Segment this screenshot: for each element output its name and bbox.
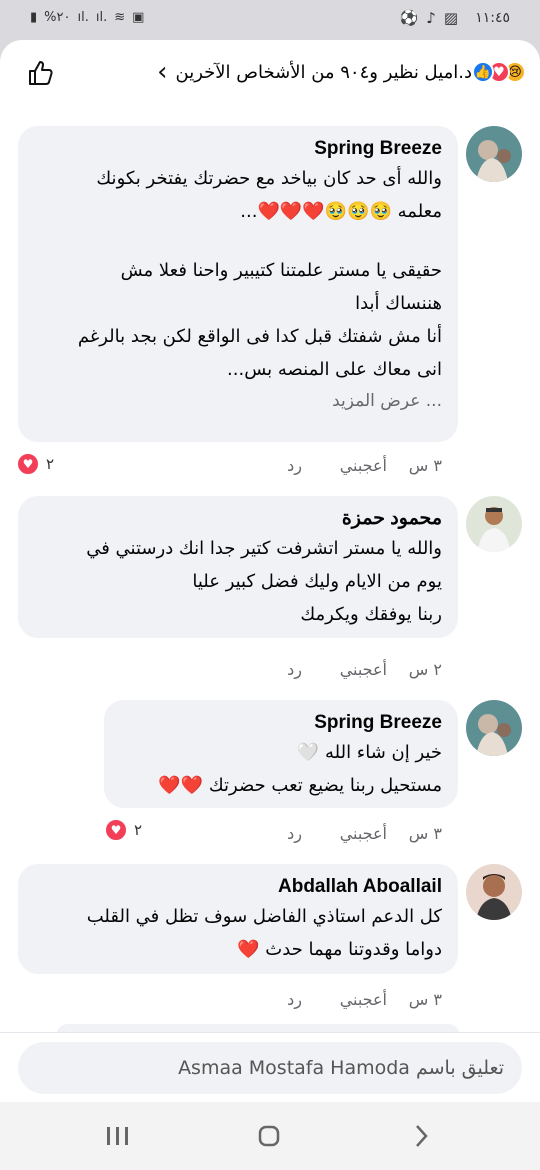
love-reaction-icon: ♥	[16, 452, 40, 476]
status-right-icons: ⚽ ♪ ▨	[400, 9, 458, 27]
like-button[interactable]: أعجبني	[302, 824, 387, 843]
signal-icon: ıl.	[77, 10, 89, 25]
reply-button[interactable]: رد	[287, 660, 302, 679]
comment-bubble: Spring Breeze خير إن شاء الله 🤍 مستحيل ر…	[104, 700, 458, 808]
battery-icon: ▮	[30, 10, 38, 25]
reactions-header: 😢 ♥ 👍 د.اميل نظير و٩٠٤ من الأشخاص الآخري…	[0, 40, 540, 106]
like-button[interactable]: أعجبني	[302, 660, 387, 679]
chevron-right-icon: ›	[157, 57, 168, 87]
comment-text-line: مستحيل ربنا يضيع تعب حضرتك ❤️❤️	[158, 775, 442, 796]
recent-apps-icon[interactable]	[98, 1118, 138, 1154]
thumbs-up-outline-icon[interactable]	[26, 58, 56, 88]
comment-text-line: ربنا يوفقك ويكرمك	[300, 604, 442, 625]
comment-input[interactable]: تعليق باسم Asmaa Mostafa Hamoda	[18, 1042, 522, 1094]
comment-reaction-count[interactable]: ♥ ٢	[104, 818, 142, 842]
tiktok-icon: ♪	[426, 9, 436, 27]
avatar-image	[466, 864, 522, 920]
sim-icon: ▣	[132, 10, 145, 25]
comment-text-line: حقيقى يا مستر علمتنا كتيبير واحنا فعلا م…	[120, 260, 442, 281]
comment-author[interactable]: Abdallah Aboallail	[36, 874, 442, 900]
gallery-icon: ▨	[443, 9, 458, 27]
comment-bubble: Abdallah Aboallail كل الدعم استاذي الفاض…	[18, 864, 458, 974]
comment-text-line: معلمه 🥹🥹🥹❤️❤️❤️...	[240, 201, 442, 222]
reaction-count-value: ٢	[46, 455, 55, 473]
comment-time: ٣ س	[408, 824, 442, 843]
reactions-summary-text: د.اميل نظير و٩٠٤ من الأشخاص الآخرين	[175, 61, 473, 83]
comment-text-line: أنا مش شفتك قبل كدا فى الواقع لكن بجد با…	[77, 326, 442, 347]
comment-text-line: والله أى حد كان بياخد مع حضرتك يفتخر بكو…	[96, 168, 442, 189]
comment-actions: ٢ س أعجبني رد	[287, 660, 442, 679]
comments-sheet: 😢 ♥ 👍 د.اميل نظير و٩٠٤ من الأشخاص الآخري…	[0, 40, 540, 1102]
comment-text-line: خير إن شاء الله 🤍	[296, 742, 442, 763]
signal-icon-2: ıl.	[95, 10, 108, 25]
comment-time: ٢ س	[408, 660, 442, 679]
comment-author[interactable]: محمود حمزة	[36, 506, 442, 532]
comment-time: ٣ س	[408, 456, 442, 475]
battery-percent: %٢٠	[44, 10, 71, 25]
comment-author[interactable]: Spring Breeze	[36, 136, 442, 162]
like-reaction-icon: 👍	[472, 61, 494, 83]
comment-text-line: دواما وقدوتنا مهما حدث ❤️	[237, 939, 442, 960]
avatar[interactable]	[466, 864, 522, 920]
comment-bubble: محمود حمزة والله يا مستر اتشرفت كتير جدا…	[18, 496, 458, 638]
avatar-image	[466, 496, 522, 552]
comment-text-line: كل الدعم استاذي الفاضل سوف تظل في القلب	[86, 906, 442, 927]
comment-text-line: والله يا مستر اتشرفت كتير جدا انك درستني…	[86, 538, 442, 559]
like-button[interactable]: أعجبني	[302, 990, 387, 1009]
like-button[interactable]: أعجبني	[302, 456, 387, 475]
comment-text-line: يوم من الايام وليك فضل كبير عليا	[192, 571, 442, 592]
comment-text-line: هننساك أبدا	[355, 293, 442, 314]
comment-text-line: انى معاك على المنصه بس...	[227, 359, 442, 380]
navigation-bar	[0, 1102, 540, 1170]
comment-actions: ٣ س أعجبني رد	[287, 456, 442, 475]
reactions-summary[interactable]: 😢 ♥ 👍 د.اميل نظير و٩٠٤ من الأشخاص الآخري…	[157, 59, 526, 85]
reaction-count-value: ٢	[134, 821, 143, 839]
reply-button[interactable]: رد	[287, 990, 302, 1009]
status-bar: ▮ %٢٠ ıl. ıl. ≋ ▣ ⚽ ♪ ▨ ١١:٤٥	[0, 0, 540, 40]
comment-composer: تعليق باسم Asmaa Mostafa Hamoda	[0, 1032, 540, 1102]
comment-actions: ٣ س أعجبني رد	[287, 824, 442, 843]
comment-text-line	[36, 228, 442, 254]
home-icon[interactable]	[249, 1118, 289, 1154]
avatar-image	[466, 700, 522, 756]
comment-time: ٣ س	[408, 990, 442, 1009]
comment-reaction-count[interactable]: ♥ ٢	[16, 452, 54, 476]
reply-button[interactable]: رد	[287, 824, 302, 843]
avatar[interactable]	[466, 700, 522, 756]
avatar[interactable]	[466, 126, 522, 182]
love-reaction-icon: ♥	[104, 818, 128, 842]
soccer-icon: ⚽	[399, 9, 419, 27]
wifi-icon: ≋	[114, 10, 126, 25]
status-time: ١١:٤٥	[475, 10, 510, 26]
comment-bubble: Spring Breeze والله أى حد كان بياخد مع ح…	[18, 126, 458, 442]
see-more-link[interactable]: ... عرض المزيد	[36, 386, 442, 416]
back-icon[interactable]	[400, 1118, 440, 1154]
comment-actions: ٣ س أعجبني رد	[287, 990, 442, 1009]
comment-author[interactable]: Spring Breeze	[122, 710, 442, 736]
reply-button[interactable]: رد	[287, 456, 302, 475]
status-left-icons: ▮ %٢٠ ıl. ıl. ≋ ▣	[30, 10, 144, 25]
avatar[interactable]	[466, 496, 522, 552]
avatar-image	[466, 126, 522, 182]
